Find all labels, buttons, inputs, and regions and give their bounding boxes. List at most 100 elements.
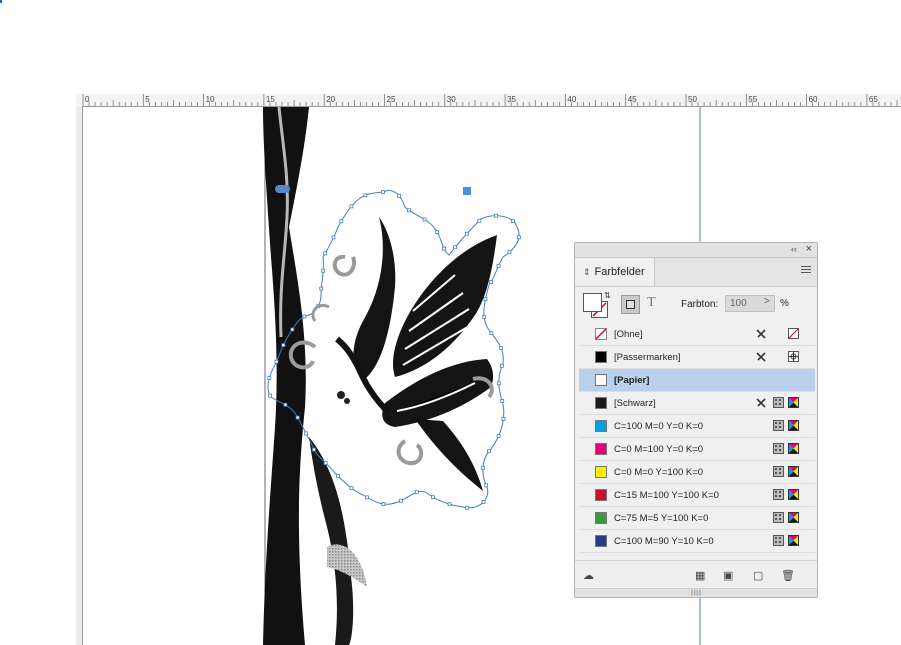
anchor-point[interactable] (339, 219, 344, 224)
anchor-point[interactable] (447, 502, 452, 507)
trash-icon[interactable]: 🗑 (781, 569, 795, 582)
new-folder-icon[interactable]: ▣ (723, 569, 733, 582)
swatch-row[interactable]: [Ohne] (579, 323, 815, 346)
anchor-point[interactable] (499, 346, 504, 351)
swatch-row[interactable]: [Papier] (579, 369, 815, 392)
fill-swatch[interactable] (583, 293, 602, 312)
non-editable-icon (755, 328, 767, 340)
anchor-point[interactable] (501, 416, 506, 421)
anchor-point[interactable] (482, 315, 487, 319)
anchor-point[interactable] (510, 219, 515, 223)
resize-grip[interactable]: ||||||| (575, 588, 817, 597)
fill-stroke-control[interactable]: ⇅ (583, 291, 611, 319)
anchor-point[interactable] (489, 280, 493, 285)
anchor-point[interactable] (496, 434, 501, 438)
anchor-point[interactable] (363, 193, 368, 198)
anchor-point[interactable] (500, 363, 504, 368)
anchor-point[interactable] (481, 465, 485, 470)
swatch-views-icon[interactable]: ▦ (695, 569, 705, 582)
anchor-point[interactable] (319, 286, 324, 291)
anchor-point[interactable] (323, 461, 328, 466)
horizontal-ruler[interactable]: 0 5 10 15 20 25 30 35 40 45 50 55 60 65 (76, 94, 901, 107)
ruler-label: 0 (85, 95, 90, 104)
swatch-chip (595, 443, 607, 455)
anchor-point[interactable] (304, 431, 309, 436)
anchor-point[interactable] (268, 393, 273, 398)
anchor-point[interactable] (281, 343, 286, 347)
cmyk-icon (788, 489, 799, 500)
anchor-point[interactable] (507, 250, 512, 255)
tab-swatches[interactable]: ⇕ Farbfelder (575, 258, 655, 286)
anchor-point[interactable] (496, 381, 501, 386)
swatch-chip (595, 351, 607, 363)
tint-slider-arrow-icon[interactable]: > (764, 296, 770, 307)
anchor-point[interactable] (484, 483, 489, 488)
anchor-point[interactable] (295, 415, 300, 420)
close-icon[interactable]: × (806, 243, 812, 255)
anchor-point[interactable] (435, 230, 440, 234)
anchor-point[interactable] (302, 314, 307, 319)
formatting-container-icon[interactable] (621, 295, 640, 314)
swap-icon[interactable]: ⇅ (604, 291, 611, 300)
anchor-point[interactable] (442, 246, 446, 251)
anchor-point[interactable] (397, 193, 401, 198)
swatch-name: [Ohne] (614, 329, 643, 340)
anchor-point[interactable] (407, 208, 411, 213)
anchor-point[interactable] (336, 474, 341, 479)
anchor-point[interactable] (290, 327, 295, 332)
anchor-point[interactable] (267, 376, 272, 381)
swatch-row[interactable]: C=0 M=100 Y=0 K=0 (579, 438, 815, 461)
panel-menu-icon[interactable] (801, 266, 811, 275)
anchor-point[interactable] (414, 490, 419, 495)
anchor-point[interactable] (349, 204, 354, 209)
anchor-point[interactable] (349, 486, 354, 491)
anchor-point[interactable] (331, 235, 336, 240)
swatch-row[interactable]: C=100 M=0 Y=0 K=0 (579, 415, 815, 438)
anchor-point[interactable] (500, 399, 505, 403)
anchor-point[interactable] (496, 263, 501, 268)
ruler-ticks: 0 5 10 15 20 25 30 35 40 45 50 55 60 65 (82, 94, 898, 106)
anchor-point[interactable] (481, 500, 486, 504)
anchor-point[interactable] (464, 231, 469, 236)
new-swatch-icon[interactable]: ▢ (753, 569, 763, 582)
formatting-text-icon[interactable]: T (647, 295, 656, 311)
anchor-point[interactable] (487, 449, 491, 454)
anchor-point[interactable] (399, 498, 403, 503)
anchor-point[interactable] (381, 190, 385, 194)
panel-topbar[interactable]: ‹‹ × (575, 243, 817, 258)
swatch-row[interactable]: C=0 M=0 Y=100 K=0 (579, 461, 815, 484)
anchor-point[interactable] (312, 447, 316, 452)
ruler-label: 20 (326, 95, 335, 104)
anchor-point[interactable] (483, 297, 488, 302)
vertical-ruler[interactable] (76, 106, 83, 645)
anchor-point[interactable] (516, 235, 521, 240)
selection-path[interactable] (267, 190, 520, 509)
butterfly[interactable] (288, 217, 497, 491)
anchor-point[interactable] (465, 505, 470, 510)
selection-handle[interactable] (463, 187, 471, 195)
swatch-row[interactable]: [Passermarken] (579, 346, 815, 369)
anchor-point[interactable] (494, 213, 498, 218)
ruler-label: 50 (688, 95, 697, 104)
cc-libraries-icon[interactable]: ☁ (583, 569, 594, 582)
swatch-row[interactable]: [Schwarz] (579, 392, 815, 415)
tab-expand-icon[interactable]: ⇕ (583, 267, 591, 278)
swatch-row[interactable]: C=15 M=100 Y=100 K=0 (579, 484, 815, 507)
anchor-point[interactable] (283, 402, 288, 407)
collapse-icon[interactable]: ‹‹ (791, 244, 797, 254)
anchor-point[interactable] (274, 359, 279, 364)
anchor-point[interactable] (489, 331, 494, 336)
swatch-chip (595, 397, 607, 409)
anchor-point[interactable] (477, 218, 482, 223)
swatch-row[interactable]: C=100 M=90 Y=10 K=0 (579, 530, 815, 553)
anchor-point[interactable] (365, 495, 369, 500)
corner-mark (0, 0, 2, 3)
anchor-point[interactable] (323, 251, 328, 256)
anchor-point[interactable] (381, 502, 386, 506)
link-icon[interactable] (275, 185, 290, 193)
anchor-point[interactable] (422, 217, 427, 222)
swatch-row[interactable]: C=75 M=5 Y=100 K=0 (579, 507, 815, 530)
anchor-point[interactable] (321, 268, 326, 273)
anchor-point[interactable] (431, 495, 435, 500)
anchor-point[interactable] (453, 245, 457, 250)
